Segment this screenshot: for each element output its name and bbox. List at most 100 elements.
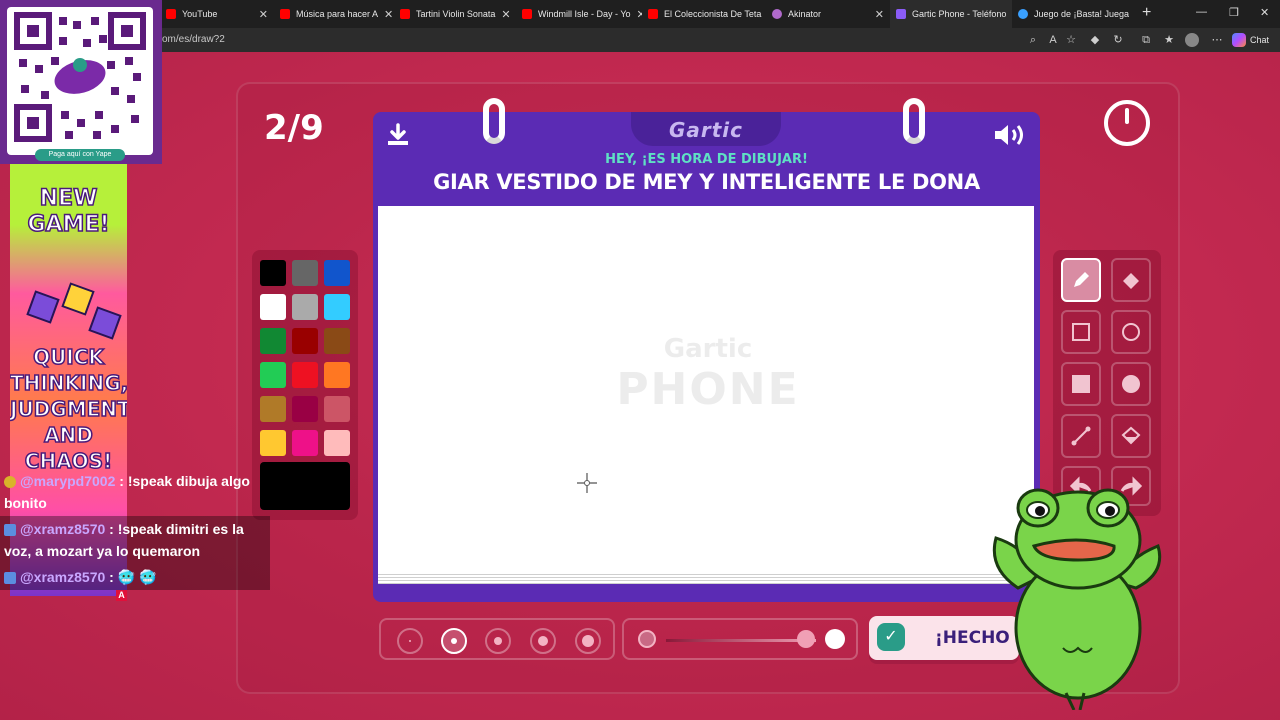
chat-message: @marypd7002 : !speak dibuja algo bonito <box>4 473 250 511</box>
copilot-chat-button[interactable]: Chat <box>1232 32 1269 48</box>
read-aloud-icon[interactable]: A <box>1046 33 1060 47</box>
check-icon: ✓ <box>877 623 905 651</box>
eraser-tool[interactable] <box>1111 258 1151 302</box>
fill-bucket-tool[interactable] <box>1111 414 1151 458</box>
brush-size-2[interactable] <box>441 628 467 654</box>
tab-basta[interactable]: Juego de ¡Basta! Juega ✕ <box>1012 0 1134 28</box>
opacity-track[interactable] <box>666 639 816 642</box>
address-bar: om/es/draw?2 ⌕ A ☆ ◆ ↻ ⧉ ★ ⋯ Chat <box>0 28 1280 52</box>
qr-caption: Paga aquí con Yape <box>35 149 125 161</box>
gartic-icon <box>896 9 906 19</box>
color-swatch[interactable] <box>292 430 318 456</box>
pencil-tool[interactable] <box>1061 258 1101 302</box>
color-swatch[interactable] <box>324 430 350 456</box>
gem-icon <box>88 306 122 340</box>
wrench-icon <box>4 572 16 585</box>
tab-tartini[interactable]: Tartini Violin Sonata ✕ <box>394 0 516 28</box>
color-swatch[interactable] <box>260 294 286 320</box>
extension-icon[interactable]: ◆ <box>1088 33 1102 47</box>
youtube-icon <box>648 9 658 19</box>
color-swatch[interactable] <box>324 396 350 422</box>
close-icon[interactable]: ✕ <box>501 8 510 21</box>
square-outline-icon <box>1072 323 1090 341</box>
yape-qr-panel: Paga aquí con Yape <box>0 0 162 164</box>
copilot-icon <box>1232 33 1246 47</box>
tab-title: Tartini Violin Sonata <box>416 9 496 19</box>
rectangle-outline-tool[interactable] <box>1061 310 1101 354</box>
color-swatch[interactable] <box>260 328 286 354</box>
color-swatch[interactable] <box>292 294 318 320</box>
more-icon[interactable]: ⋯ <box>1210 33 1224 47</box>
color-swatch[interactable] <box>260 396 286 422</box>
youtube-icon <box>522 9 532 19</box>
square-filled-icon <box>1072 375 1090 393</box>
tab-musica[interactable]: Música para hacer A ✕ <box>274 0 394 28</box>
close-icon[interactable]: ✕ <box>875 8 884 21</box>
wrench-icon <box>4 524 16 537</box>
tab-coleccionista[interactable]: El Coleccionista De Teta ✕ <box>642 0 766 28</box>
ellipse-outline-tool[interactable] <box>1111 310 1151 354</box>
zoom-icon[interactable]: ⌕ <box>1026 33 1040 47</box>
tab-title: Windmill Isle - Day - Yo <box>538 9 631 19</box>
color-swatch[interactable] <box>324 362 350 388</box>
draw-hint: HEY, ¡ES HORA DE DIBUJAR! <box>605 152 808 167</box>
ad-headline: NEW GAME! <box>27 185 111 238</box>
profile-avatar[interactable] <box>1185 33 1199 47</box>
refresh-icon[interactable]: ↻ <box>1111 33 1125 47</box>
brush-size-4[interactable] <box>530 628 556 654</box>
drawing-canvas[interactable]: Gartic PHONE <box>378 206 1034 578</box>
opacity-high-icon <box>825 629 845 649</box>
restore-icon[interactable]: ❐ <box>1229 6 1239 19</box>
color-swatch[interactable] <box>324 328 350 354</box>
favorites-icon[interactable]: ★ <box>1162 33 1176 47</box>
akinator-icon <box>772 9 782 19</box>
bucket-icon <box>1121 426 1141 445</box>
prompt-header: Gartic HEY, ¡ES HORA DE DIBUJAR! GIAR VE… <box>373 98 1040 204</box>
tab-windmill[interactable]: Windmill Isle - Day - Yo ✕ <box>516 0 642 28</box>
window-close-icon[interactable]: ✕ <box>1260 6 1269 19</box>
tab-title: Juego de ¡Basta! Juega <box>1034 9 1130 19</box>
color-swatch[interactable] <box>324 260 350 286</box>
color-swatch[interactable] <box>292 328 318 354</box>
url-text[interactable]: om/es/draw?2 <box>162 34 225 45</box>
tab-youtube[interactable]: YouTube ✕ <box>160 0 274 28</box>
speaker-icon[interactable] <box>993 122 1027 148</box>
download-icon[interactable] <box>385 122 411 148</box>
tool-panel <box>1053 250 1161 516</box>
opacity-handle[interactable] <box>797 630 815 648</box>
favorite-icon[interactable]: ☆ <box>1064 33 1078 47</box>
brush-size-1[interactable] <box>397 628 423 654</box>
color-swatch[interactable] <box>260 260 286 286</box>
notebook-pages <box>378 572 1034 584</box>
streamer-badge: A <box>116 590 127 601</box>
line-tool[interactable] <box>1061 414 1101 458</box>
eraser-icon <box>1123 273 1139 289</box>
gem-icon <box>61 282 95 316</box>
color-swatch[interactable] <box>260 362 286 388</box>
gem-icon <box>26 290 60 324</box>
ellipse-fill-tool[interactable] <box>1111 362 1151 406</box>
close-icon[interactable]: ✕ <box>259 8 268 21</box>
line-icon <box>1071 426 1091 446</box>
tab-gartic[interactable]: Gartic Phone - Teléfono ✕ <box>890 0 1012 28</box>
color-swatch[interactable] <box>292 396 318 422</box>
youtube-icon <box>166 9 176 19</box>
rectangle-fill-tool[interactable] <box>1061 362 1101 406</box>
minimize-icon[interactable]: — <box>1196 6 1207 18</box>
brush-size-5[interactable] <box>575 628 601 654</box>
timer-icon <box>1104 100 1150 146</box>
color-swatch[interactable] <box>292 260 318 286</box>
color-swatch[interactable] <box>292 362 318 388</box>
split-screen-icon[interactable]: ⧉ <box>1139 33 1153 47</box>
tab-akinator[interactable]: Akinator ✕ <box>766 0 890 28</box>
circle-outline-icon <box>1122 323 1140 341</box>
opacity-slider[interactable] <box>622 618 858 660</box>
color-swatch[interactable] <box>260 430 286 456</box>
color-swatch[interactable] <box>324 294 350 320</box>
badge-icon <box>4 476 16 489</box>
drawing-prompt: GIAR VESTIDO DE MEY Y INTELIGENTE LE DON… <box>433 170 980 194</box>
brush-size-3[interactable] <box>485 628 511 654</box>
tab-title: Música para hacer A <box>296 9 379 19</box>
new-tab-icon[interactable]: + <box>1142 4 1151 22</box>
close-icon[interactable]: ✕ <box>384 8 393 21</box>
